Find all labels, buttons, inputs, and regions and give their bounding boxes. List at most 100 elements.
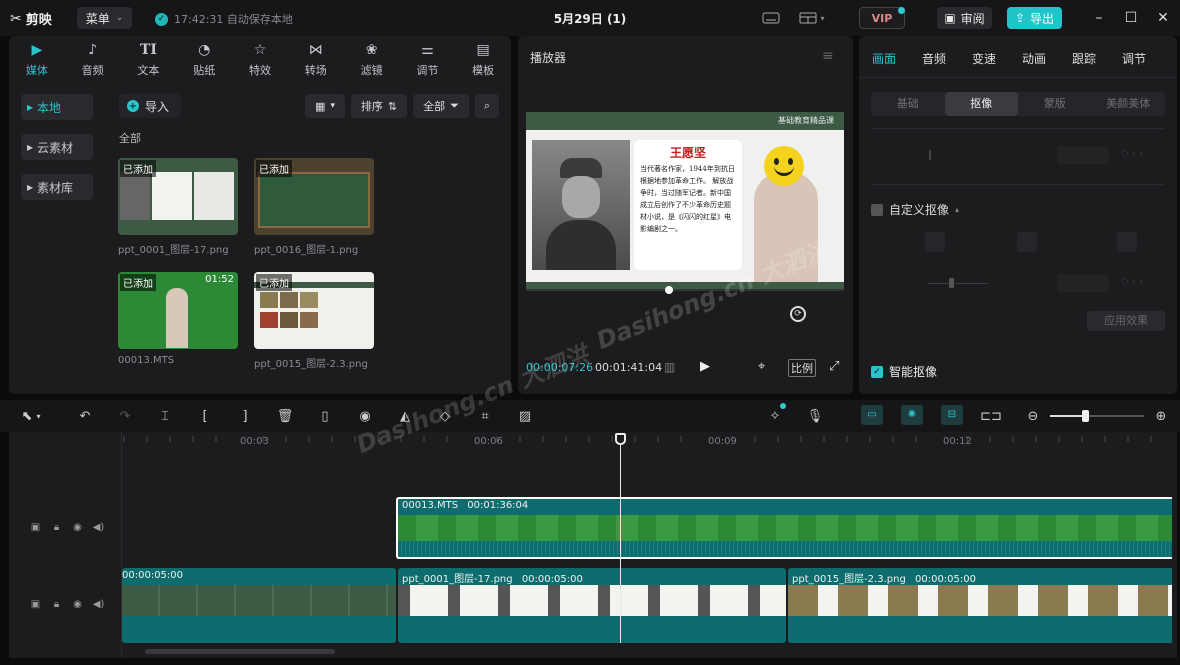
tab-template[interactable]: ▤ 模板: [455, 36, 511, 80]
tab-adjust[interactable]: ⚌ 调节: [399, 36, 455, 80]
image-clip[interactable]: 00:00:05:00: [122, 568, 396, 643]
sidebar-item-library[interactable]: ▸ 素材库: [21, 174, 93, 200]
main-track-magnet-icon[interactable]: ▭: [861, 405, 883, 425]
play-icon[interactable]: ▶: [700, 359, 710, 374]
import-button[interactable]: + 导入: [119, 94, 181, 118]
tab-label: 转场: [304, 64, 327, 77]
fullscreen-icon[interactable]: ⤢: [829, 359, 839, 374]
aspect-ratio-button[interactable]: 比例: [788, 359, 816, 377]
delete-icon[interactable]: 🗑: [274, 406, 296, 426]
undo-icon[interactable]: ↶: [74, 406, 96, 426]
review-button[interactable]: ▣ 审阅: [937, 7, 992, 29]
media-item[interactable]: 已添加 01:52 00013.MTS: [118, 272, 238, 366]
speaker-icon[interactable]: ◀): [93, 521, 105, 533]
tab-audio[interactable]: 音频: [909, 36, 959, 77]
auto-snap-icon[interactable]: ✺: [901, 405, 923, 425]
split-icon[interactable]: ⌶: [154, 406, 176, 426]
keyboard-icon[interactable]: [760, 9, 782, 27]
eye-icon[interactable]: ◉: [72, 521, 84, 533]
eraser-icon[interactable]: [1017, 232, 1037, 252]
eye-icon[interactable]: ◉: [72, 598, 84, 610]
link-icon[interactable]: ⊟: [941, 405, 963, 425]
layout-icon[interactable]: ▾: [795, 9, 829, 27]
zoom-in-icon[interactable]: ⊕: [1150, 406, 1172, 426]
smart-key-toggle[interactable]: ✓ 智能抠像: [871, 363, 937, 380]
tab-transition[interactable]: ⋈ 转场: [288, 36, 344, 80]
zoom-out-icon[interactable]: ⊖: [1022, 406, 1044, 426]
subtab-keying[interactable]: 抠像: [944, 92, 1018, 116]
lock-icon[interactable]: 🔒︎: [51, 598, 63, 610]
preview-axis-icon[interactable]: ⊏⊐: [980, 406, 1002, 426]
keyframe-nav-icon[interactable]: ◇ ‹ ›: [1121, 276, 1143, 287]
media-item[interactable]: 已添加 ppt_0015_图层-2.3.png: [254, 272, 374, 370]
sidebar-item-local[interactable]: ▸ 本地: [21, 94, 93, 120]
freeze-frame-icon[interactable]: ▯: [314, 406, 336, 426]
tab-animation[interactable]: 动画: [1009, 36, 1059, 77]
magic-wand-icon[interactable]: ✧: [764, 406, 786, 426]
tab-adjust[interactable]: 调节: [1109, 36, 1159, 77]
smart-edit-icon[interactable]: ▨: [514, 406, 536, 426]
media-item[interactable]: 已添加 ppt_0016_图层-1.png: [254, 158, 374, 256]
tab-picture[interactable]: 画面: [859, 36, 909, 77]
sticker-icon: ◔: [198, 42, 211, 58]
export-button[interactable]: ⇪ 导出: [1007, 7, 1062, 29]
image-clip[interactable]: ppt_0001_图层-17.png 00:00:05:00: [398, 568, 786, 643]
tab-audio[interactable]: ♪ 音频: [65, 36, 121, 80]
tab-media[interactable]: ▶ 媒体: [9, 36, 65, 80]
sort-button[interactable]: 排序 ⇅: [351, 94, 407, 118]
microphone-icon[interactable]: 🎙: [804, 406, 826, 426]
tab-tracking[interactable]: 跟踪: [1059, 36, 1109, 77]
video-clip[interactable]: 00013.MTS 00:01:36:04: [396, 497, 1172, 559]
media-item-name: ppt_0016_图层-1.png: [254, 245, 359, 256]
track-cover-icon[interactable]: ▣: [30, 521, 42, 533]
tab-filter[interactable]: ❀ 滤镜: [344, 36, 400, 80]
view-mode-button[interactable]: ▦ ▾: [305, 94, 345, 118]
subtab-mask[interactable]: 蒙版: [1018, 92, 1092, 116]
maximize-icon[interactable]: ☐: [1120, 9, 1142, 27]
screenshot-icon[interactable]: ⌖: [758, 359, 765, 374]
lock-icon[interactable]: 🔒︎: [51, 521, 63, 533]
speaker-icon[interactable]: ◀): [93, 598, 105, 610]
waveform-icon[interactable]: ▥: [664, 360, 675, 374]
close-icon[interactable]: ✕: [1152, 9, 1174, 27]
timeline-ruler[interactable]: [122, 436, 1172, 448]
menu-button[interactable]: 菜单 ⌄: [77, 7, 132, 29]
playhead-handle[interactable]: [615, 433, 626, 445]
subtab-beauty[interactable]: 美颜美体: [1092, 92, 1166, 116]
split-right-icon[interactable]: ]: [234, 406, 256, 426]
sidebar-item-cloud[interactable]: ▸ 云素材: [21, 134, 93, 160]
minimize-icon[interactable]: –: [1088, 9, 1110, 27]
search-button[interactable]: ⌕: [475, 94, 499, 118]
playhead-line[interactable]: [620, 441, 621, 643]
value-input[interactable]: [1057, 146, 1109, 164]
zoom-slider-handle[interactable]: [1082, 410, 1089, 422]
select-tool-icon[interactable]: ⬉ ▾: [14, 406, 48, 426]
subtab-basic[interactable]: 基础: [871, 92, 945, 116]
redo-icon[interactable]: ↷: [114, 406, 136, 426]
app-logo: ✂ 剪映: [10, 9, 52, 29]
slider-handle[interactable]: [929, 150, 931, 160]
document-title[interactable]: 5月29日 (1): [480, 10, 700, 27]
tab-speed[interactable]: 变速: [959, 36, 1009, 77]
custom-key-toggle[interactable]: 自定义抠像 ▴: [871, 201, 959, 218]
clear-icon[interactable]: [1117, 232, 1137, 252]
keyframe-nav-icon[interactable]: ◇ ‹ ›: [1121, 148, 1143, 159]
slider-handle[interactable]: [949, 278, 954, 288]
slider-track[interactable]: [927, 283, 987, 284]
value-input[interactable]: [1057, 274, 1109, 292]
tab-text[interactable]: TI 文本: [121, 36, 177, 80]
tab-label: 特效: [249, 64, 272, 77]
track-cover-icon[interactable]: ▣: [30, 598, 42, 610]
menu-icon[interactable]: ≡: [822, 48, 834, 64]
tab-sticker[interactable]: ◔ 贴纸: [176, 36, 232, 80]
timeline-scrollbar[interactable]: [145, 649, 335, 654]
clip-duration: 00:00:05:00: [122, 570, 184, 581]
filter-button[interactable]: 全部 ⏷: [413, 94, 469, 118]
media-item[interactable]: 已添加 ppt_0001_图层-17.png: [118, 158, 238, 256]
split-left-icon[interactable]: [: [194, 406, 216, 426]
apply-effect-button[interactable]: 应用效果: [1087, 311, 1165, 331]
rotate-icon[interactable]: ⟳: [790, 306, 806, 322]
tab-effects[interactable]: ☆ 特效: [232, 36, 288, 80]
color-picker-icon[interactable]: [925, 232, 945, 252]
image-clip[interactable]: ppt_0015_图层-2.3.png 00:00:05:00: [788, 568, 1172, 643]
